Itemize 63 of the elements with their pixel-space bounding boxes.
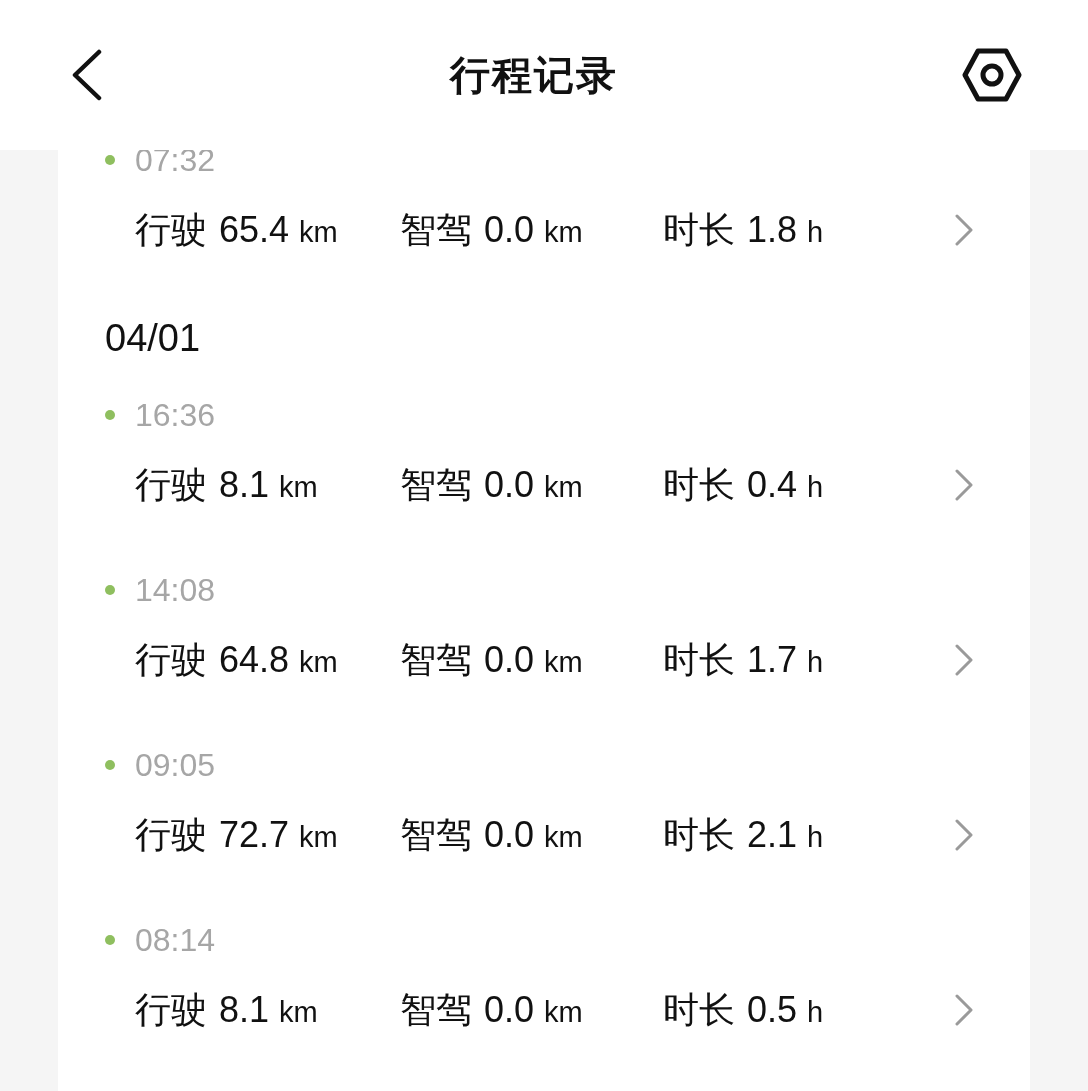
stat-unit: h	[807, 215, 824, 250]
stat-unit: km	[299, 215, 338, 250]
chevron-right-icon	[954, 644, 974, 676]
trip-row[interactable]: 行驶 65.4 km 智驾 0.0 km 时长 1.8 h	[58, 200, 1030, 260]
stat-unit: km	[299, 645, 338, 680]
stat-unit: h	[807, 470, 824, 505]
stat-label: 智驾	[400, 208, 472, 252]
page-title: 行程记录	[450, 52, 618, 99]
stat-value: 65.4	[219, 208, 290, 252]
stat-label: 智驾	[400, 988, 472, 1032]
stat-label: 时长	[663, 813, 735, 857]
stat-unit: km	[544, 645, 583, 680]
stat-label: 行驶	[135, 638, 207, 682]
stat-label: 时长	[663, 463, 735, 507]
date-heading: 04/01	[105, 315, 201, 361]
stat-value: 2.1	[747, 813, 798, 857]
stat-label: 智驾	[400, 463, 472, 507]
stat-label: 时长	[663, 208, 735, 252]
trip-time: 14:08	[135, 571, 216, 610]
stat-unit: km	[299, 820, 338, 855]
chevron-right-icon	[954, 819, 974, 851]
stat-value: 1.8	[747, 208, 798, 252]
stat-value: 0.0	[484, 988, 535, 1032]
stat-unit: km	[279, 995, 318, 1030]
stat-value: 1.7	[747, 638, 798, 682]
stat-label: 行驶	[135, 813, 207, 857]
chevron-right-icon	[954, 214, 974, 246]
trip-time: 08:14	[135, 921, 216, 960]
stat-value: 64.8	[219, 638, 290, 682]
chevron-right-icon	[954, 994, 974, 1026]
settings-button[interactable]	[962, 47, 1022, 103]
stat-label: 行驶	[135, 463, 207, 507]
stat-value: 0.5	[747, 988, 798, 1032]
stat-label: 行驶	[135, 208, 207, 252]
stat-value: 8.1	[219, 463, 270, 507]
stat-unit: km	[544, 215, 583, 250]
stat-label: 智驾	[400, 813, 472, 857]
stat-unit: h	[807, 995, 824, 1030]
stat-unit: h	[807, 820, 824, 855]
stat-unit: km	[544, 995, 583, 1030]
stat-unit: km	[279, 470, 318, 505]
trip-row[interactable]: 行驶 8.1 km 智驾 0.0 km 时长 0.4 h	[58, 455, 1030, 515]
chevron-right-icon	[954, 469, 974, 501]
stat-label: 行驶	[135, 988, 207, 1032]
stat-unit: km	[544, 820, 583, 855]
trip-row[interactable]: 行驶 8.1 km 智驾 0.0 km 时长 0.5 h	[58, 980, 1030, 1040]
stat-value: 8.1	[219, 988, 270, 1032]
trip-time: 09:05	[135, 746, 216, 785]
stat-value: 0.0	[484, 463, 535, 507]
stat-unit: h	[807, 645, 824, 680]
stat-label: 时长	[663, 638, 735, 682]
stat-value: 72.7	[219, 813, 290, 857]
stat-value: 0.0	[484, 208, 535, 252]
stat-unit: km	[544, 470, 583, 505]
trip-row[interactable]: 行驶 72.7 km 智驾 0.0 km 时长 2.1 h	[58, 805, 1030, 865]
stat-value: 0.0	[484, 638, 535, 682]
trip-time: 16:36	[135, 396, 216, 435]
stat-label: 智驾	[400, 638, 472, 682]
settings-icon	[962, 48, 1022, 102]
stat-value: 0.4	[747, 463, 798, 507]
stat-value: 0.0	[484, 813, 535, 857]
trip-row[interactable]: 行驶 64.8 km 智驾 0.0 km 时长 1.7 h	[58, 630, 1030, 690]
stat-label: 时长	[663, 988, 735, 1032]
